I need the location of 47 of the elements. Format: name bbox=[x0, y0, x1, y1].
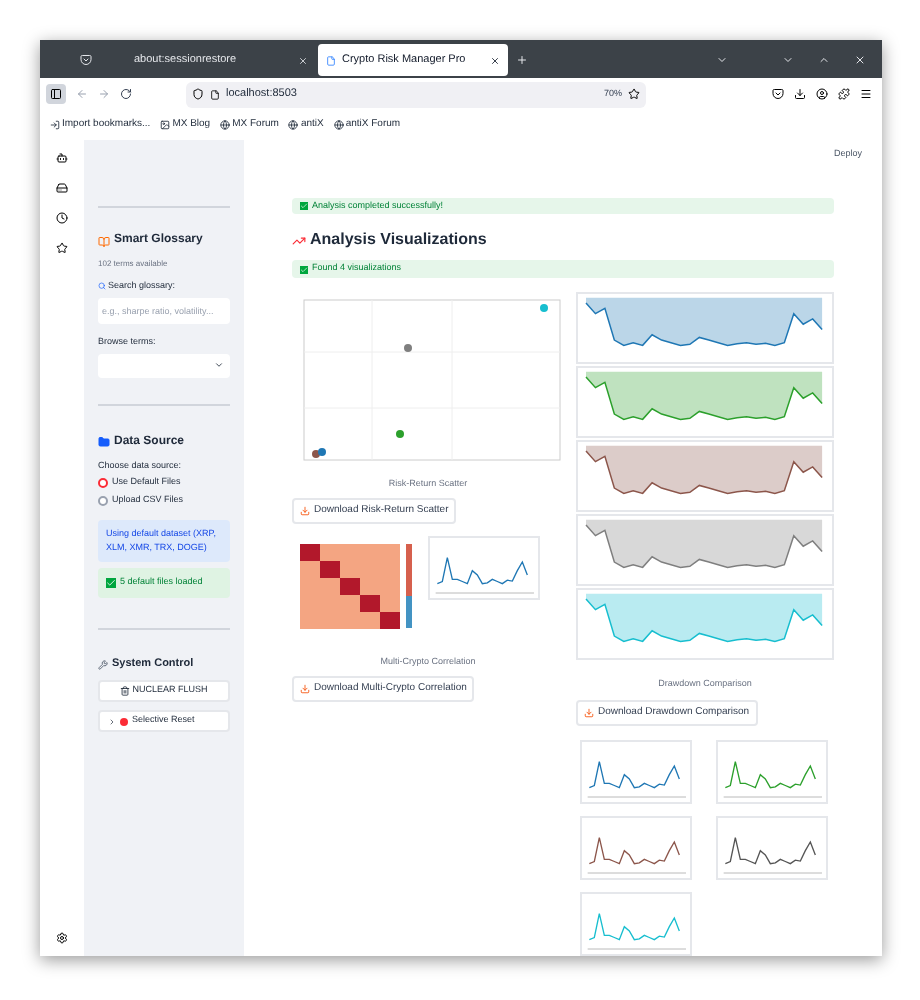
download-icon[interactable] bbox=[794, 88, 806, 100]
bookmark-star-icon[interactable] bbox=[628, 88, 640, 100]
download-icon bbox=[300, 505, 310, 516]
extensions-icon[interactable] bbox=[838, 88, 850, 100]
favicon-icon bbox=[326, 55, 336, 65]
line-chart-drawing bbox=[428, 536, 540, 600]
settings-icon[interactable] bbox=[56, 932, 68, 944]
globe-icon bbox=[333, 120, 344, 130]
line-chart-drawing bbox=[580, 816, 692, 880]
search-icon bbox=[98, 282, 106, 291]
minimize-icon[interactable] bbox=[782, 54, 794, 66]
caret-icon bbox=[214, 360, 224, 370]
line-chart-drawing bbox=[716, 816, 828, 880]
section-heading: Analysis Visualizations bbox=[310, 228, 487, 253]
bookmarks-icon[interactable] bbox=[56, 242, 68, 254]
image-icon bbox=[160, 120, 171, 130]
shield-icon bbox=[192, 88, 204, 100]
check-icon bbox=[300, 265, 308, 274]
history-icon[interactable] bbox=[56, 212, 68, 224]
reload-icon[interactable] bbox=[120, 88, 132, 100]
radio-button[interactable] bbox=[98, 495, 108, 506]
new-tab-icon[interactable] bbox=[516, 54, 528, 66]
tab-list-icon[interactable] bbox=[716, 54, 728, 66]
menu-icon[interactable] bbox=[860, 88, 872, 100]
sidebar-toggle-icon[interactable] bbox=[46, 84, 66, 104]
download-icon bbox=[300, 684, 310, 694]
radio-button[interactable] bbox=[98, 478, 108, 489]
page-icon bbox=[210, 89, 220, 99]
check-icon bbox=[106, 578, 116, 589]
folder-icon bbox=[98, 436, 110, 448]
globe-icon bbox=[220, 120, 231, 130]
wrench-icon bbox=[98, 659, 108, 670]
trash-icon bbox=[120, 686, 131, 697]
stop-icon bbox=[120, 717, 128, 726]
download-icon bbox=[584, 707, 594, 718]
check-icon bbox=[300, 202, 308, 211]
line-chart-drawing bbox=[716, 740, 828, 804]
account-icon[interactable] bbox=[816, 88, 828, 100]
close-window-icon[interactable] bbox=[854, 54, 866, 66]
globe-icon bbox=[288, 120, 299, 130]
import-icon bbox=[50, 120, 60, 130]
line-chart-drawing bbox=[580, 740, 692, 804]
chart-icon bbox=[292, 233, 306, 248]
book-icon bbox=[98, 235, 110, 247]
maximize-icon[interactable] bbox=[818, 54, 830, 66]
ai-icon[interactable] bbox=[56, 152, 68, 164]
pocket-icon[interactable] bbox=[772, 88, 784, 100]
